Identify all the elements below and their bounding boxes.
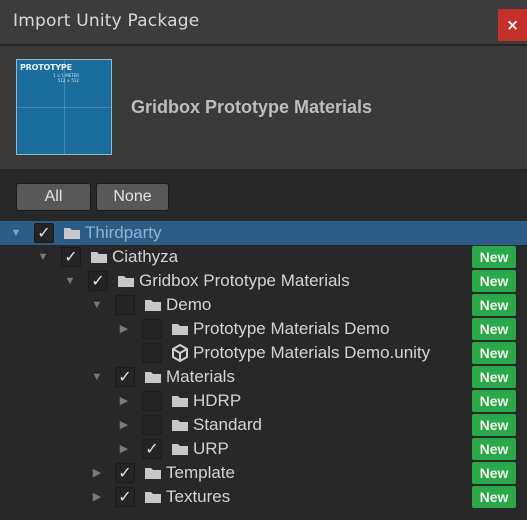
new-badge: New xyxy=(472,294,516,316)
package-header: PROTOTYPE 1 × 1 METER 512 × 512 Gridbox … xyxy=(0,46,527,170)
tree-row[interactable]: ▼ ✓ Materials New xyxy=(0,365,527,389)
expand-arrow-right-icon[interactable]: ▶ xyxy=(89,485,105,509)
close-button[interactable]: × xyxy=(498,9,527,41)
new-badge: New xyxy=(472,438,516,460)
tree-checkbox[interactable]: ✓ xyxy=(115,367,135,387)
folder-icon xyxy=(172,324,188,335)
tree-row[interactable]: ▼ ✓ Ciathyza New xyxy=(0,245,527,269)
new-badge: New xyxy=(472,318,516,340)
expand-arrow-down-icon[interactable]: ▼ xyxy=(8,221,24,245)
folder-icon xyxy=(172,396,188,407)
new-badge: New xyxy=(472,462,516,484)
tree-item-label: HDRP xyxy=(193,391,242,410)
tree-row[interactable]: ▶ ✓ Textures New xyxy=(0,485,527,509)
tree-checkbox[interactable] xyxy=(142,319,162,339)
tree-item-label: Standard xyxy=(193,415,262,434)
tree-checkbox[interactable]: ✓ xyxy=(61,247,81,267)
tree-row[interactable]: ▼ ✓ Thirdparty xyxy=(0,221,527,245)
expand-arrow-down-icon[interactable]: ▼ xyxy=(62,269,78,293)
tree-row[interactable]: ▼ Demo New xyxy=(0,293,527,317)
thumbnail-title: PROTOTYPE xyxy=(20,63,72,72)
tree-item-label: Gridbox Prototype Materials xyxy=(139,271,350,290)
select-all-button[interactable]: All xyxy=(16,183,91,211)
package-thumbnail: PROTOTYPE 1 × 1 METER 512 × 512 xyxy=(16,59,112,155)
tree-item-label: Textures xyxy=(166,487,231,506)
tree-checkbox[interactable] xyxy=(142,343,162,363)
tree-checkbox[interactable] xyxy=(142,415,162,435)
tree-item-label: Materials xyxy=(166,367,235,386)
tree-item-label: Template xyxy=(166,463,235,482)
tree-item-label: Ciathyza xyxy=(112,247,179,266)
new-badge: New xyxy=(472,366,516,388)
tree-checkbox[interactable]: ✓ xyxy=(88,271,108,291)
folder-icon xyxy=(145,468,161,479)
folder-icon xyxy=(145,300,161,311)
tree-row[interactable]: ▶ Standard New xyxy=(0,413,527,437)
new-badge: New xyxy=(472,342,516,364)
expand-arrow-down-icon[interactable]: ▼ xyxy=(35,245,51,269)
folder-icon xyxy=(145,492,161,503)
tree-item-label: Demo xyxy=(166,295,212,314)
folder-icon xyxy=(118,276,134,287)
tree-item-label: Prototype Materials Demo xyxy=(193,319,390,338)
tree-row[interactable]: ▶ Prototype Materials Demo New xyxy=(0,317,527,341)
expand-arrow-right-icon[interactable]: ▶ xyxy=(89,461,105,485)
tree-checkbox[interactable]: ✓ xyxy=(142,439,162,459)
folder-icon xyxy=(91,252,107,263)
tree-row[interactable]: ▶ ✓ URP New xyxy=(0,437,527,461)
tree-item-label: Thirdparty xyxy=(85,223,162,242)
tree-row[interactable]: ▶ ✓ Template New xyxy=(0,461,527,485)
folder-icon xyxy=(172,444,188,455)
new-badge: New xyxy=(472,390,516,412)
title-bar: Import Unity Package × xyxy=(0,0,527,45)
expand-arrow-down-icon[interactable]: ▼ xyxy=(89,365,105,389)
package-tree: ▼ ✓ Thirdparty ▼ ✓ Ciathyza New ▼ ✓ Gridbox Proto… xyxy=(0,221,527,520)
tree-checkbox[interactable]: ✓ xyxy=(115,463,135,483)
tree-checkbox[interactable] xyxy=(142,391,162,411)
tree-item-label: URP xyxy=(193,439,229,458)
expand-arrow-down-icon[interactable]: ▼ xyxy=(89,293,105,317)
tree-row[interactable]: ▼ ✓ Gridbox Prototype Materials New xyxy=(0,269,527,293)
window-title: Import Unity Package xyxy=(13,11,200,31)
tree-row[interactable]: Prototype Materials Demo.unity New xyxy=(0,341,527,365)
expand-arrow-right-icon[interactable]: ▶ xyxy=(116,413,132,437)
folder-icon xyxy=(64,228,80,239)
folder-icon xyxy=(145,372,161,383)
unity-scene-icon xyxy=(172,344,188,362)
tree-item-label: Prototype Materials Demo.unity xyxy=(193,343,431,362)
folder-icon xyxy=(172,420,188,431)
expand-arrow-right-icon[interactable]: ▶ xyxy=(116,437,132,461)
package-name: Gridbox Prototype Materials xyxy=(131,97,373,117)
expand-arrow-right-icon[interactable]: ▶ xyxy=(116,317,132,341)
tree-checkbox[interactable] xyxy=(115,295,135,315)
select-none-button[interactable]: None xyxy=(96,183,169,211)
tree-checkbox[interactable]: ✓ xyxy=(115,487,135,507)
new-badge: New xyxy=(472,414,516,436)
expand-arrow-right-icon[interactable]: ▶ xyxy=(116,389,132,413)
tree-row[interactable]: ▶ HDRP New xyxy=(0,389,527,413)
new-badge: New xyxy=(472,270,516,292)
new-badge: New xyxy=(472,486,516,508)
tree-checkbox[interactable]: ✓ xyxy=(34,223,54,243)
new-badge: New xyxy=(472,246,516,268)
thumbnail-subtitle: 1 × 1 METER 512 × 512 xyxy=(53,73,79,83)
